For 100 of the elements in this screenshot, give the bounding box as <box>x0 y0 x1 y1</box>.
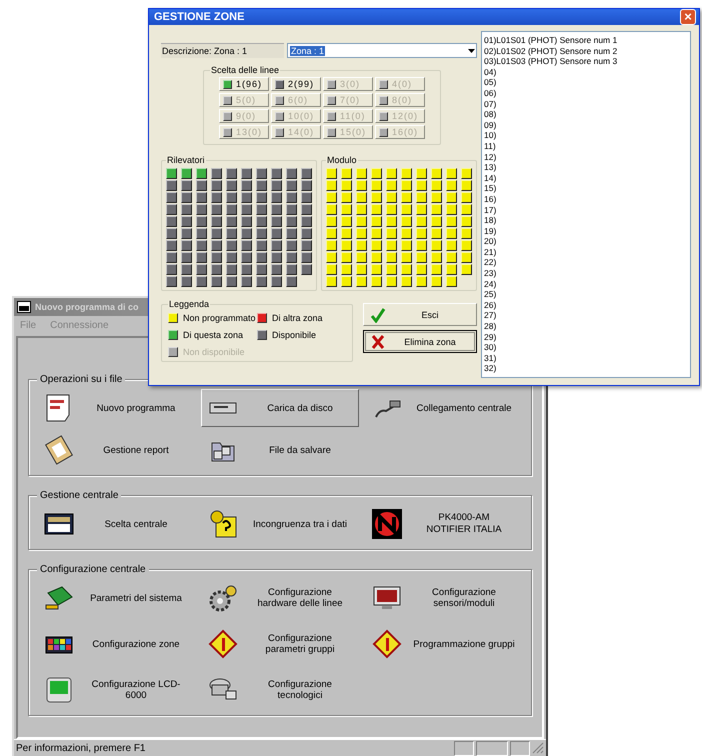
point-cell[interactable] <box>446 216 457 227</box>
point-cell[interactable] <box>446 228 457 239</box>
point-cell[interactable] <box>326 192 337 203</box>
point-cell[interactable] <box>356 168 367 179</box>
point-cell[interactable] <box>256 276 267 287</box>
point-cell[interactable] <box>416 264 427 275</box>
point-cell[interactable] <box>211 204 222 215</box>
point-cell[interactable] <box>166 192 177 203</box>
point-cell[interactable] <box>181 168 192 179</box>
menu-tile[interactable]: Programmazione gruppi <box>365 625 523 663</box>
point-cell[interactable] <box>401 168 412 179</box>
point-cell[interactable] <box>211 168 222 179</box>
menu-tile[interactable]: Configurazione sensori/moduli <box>365 579 523 617</box>
point-cell[interactable] <box>226 276 237 287</box>
point-cell[interactable] <box>196 216 207 227</box>
point-cell[interactable] <box>341 276 352 287</box>
point-cell[interactable] <box>446 192 457 203</box>
point-cell[interactable] <box>431 180 442 191</box>
point-cell[interactable] <box>166 168 177 179</box>
point-cell[interactable] <box>301 204 312 215</box>
point-cell[interactable] <box>386 168 397 179</box>
point-cell[interactable] <box>371 240 382 251</box>
point-cell[interactable] <box>416 204 427 215</box>
point-cell[interactable] <box>166 264 177 275</box>
point-cell[interactable] <box>211 192 222 203</box>
list-item[interactable]: 16) <box>484 194 688 204</box>
point-cell[interactable] <box>286 276 297 287</box>
menu-tile[interactable]: Configurazione LCD-6000 <box>37 671 195 709</box>
menu-tile[interactable]: Configurazione tecnologici <box>201 671 359 709</box>
menu-tile[interactable]: Gestione report <box>37 431 195 469</box>
list-item[interactable]: 24) <box>484 278 688 290</box>
menu-tile[interactable]: Incongruenza tra i dati <box>201 505 359 543</box>
point-cell[interactable] <box>341 168 352 179</box>
point-cell[interactable] <box>256 264 267 275</box>
point-cell[interactable] <box>416 192 427 203</box>
point-cell[interactable] <box>286 228 297 239</box>
menu-tile[interactable]: Configurazione parametri gruppi <box>201 625 359 663</box>
point-cell[interactable] <box>256 228 267 239</box>
list-item[interactable]: 31) <box>484 352 688 364</box>
point-cell[interactable] <box>196 240 207 251</box>
point-cell[interactable] <box>226 216 237 227</box>
point-cell[interactable] <box>211 276 222 287</box>
point-cell[interactable] <box>326 168 337 179</box>
point-cell[interactable] <box>356 252 367 263</box>
point-cell[interactable] <box>181 264 192 275</box>
point-cell[interactable] <box>446 168 457 179</box>
point-cell[interactable] <box>271 168 282 179</box>
list-item[interactable]: 23) <box>484 268 688 279</box>
point-cell[interactable] <box>241 252 252 263</box>
point-cell[interactable] <box>286 204 297 215</box>
point-cell[interactable] <box>371 276 382 287</box>
point-cell[interactable] <box>416 216 427 227</box>
point-cell[interactable] <box>431 276 442 287</box>
list-item[interactable]: 27) <box>484 310 688 322</box>
point-cell[interactable] <box>226 252 237 263</box>
menu-tile[interactable]: Carica da disco <box>201 389 359 427</box>
point-cell[interactable] <box>431 240 442 251</box>
point-cell[interactable] <box>181 240 192 251</box>
point-cell[interactable] <box>341 192 352 203</box>
point-cell[interactable] <box>286 240 297 251</box>
point-cell[interactable] <box>371 204 382 215</box>
point-cell[interactable] <box>196 252 207 263</box>
point-cell[interactable] <box>166 204 177 215</box>
point-cell[interactable] <box>211 252 222 263</box>
list-item[interactable]: 17) <box>484 204 688 216</box>
list-item[interactable]: 21) <box>484 246 688 258</box>
list-item[interactable]: 29) <box>484 332 688 342</box>
point-cell[interactable] <box>461 192 472 203</box>
point-cell[interactable] <box>196 264 207 275</box>
point-cell[interactable] <box>446 264 457 275</box>
point-cell[interactable] <box>341 180 352 191</box>
point-cell[interactable] <box>431 264 442 275</box>
point-cell[interactable] <box>301 228 312 239</box>
list-item[interactable]: 14) <box>484 172 688 184</box>
point-cell[interactable] <box>371 264 382 275</box>
list-item[interactable]: 22) <box>484 257 688 268</box>
point-cell[interactable] <box>461 252 472 263</box>
point-cell[interactable] <box>386 180 397 191</box>
point-cell[interactable] <box>286 264 297 275</box>
point-cell[interactable] <box>226 192 237 203</box>
point-cell[interactable] <box>386 240 397 251</box>
point-cell[interactable] <box>326 204 337 215</box>
point-cell[interactable] <box>181 180 192 191</box>
point-cell[interactable] <box>386 216 397 227</box>
point-cell[interactable] <box>241 216 252 227</box>
point-cell[interactable] <box>446 180 457 191</box>
point-cell[interactable] <box>196 228 207 239</box>
point-cell[interactable] <box>241 264 252 275</box>
point-cell[interactable] <box>446 276 457 287</box>
point-cell[interactable] <box>431 216 442 227</box>
point-cell[interactable] <box>301 264 312 275</box>
point-cell[interactable] <box>416 228 427 239</box>
point-cell[interactable] <box>196 168 207 179</box>
list-item[interactable]: 20) <box>484 236 688 247</box>
point-cell[interactable] <box>211 240 222 251</box>
point-cell[interactable] <box>286 252 297 263</box>
point-cell[interactable] <box>341 240 352 251</box>
point-cell[interactable] <box>461 228 472 239</box>
list-item[interactable]: 05) <box>484 77 688 88</box>
list-item[interactable]: 08) <box>484 109 688 120</box>
